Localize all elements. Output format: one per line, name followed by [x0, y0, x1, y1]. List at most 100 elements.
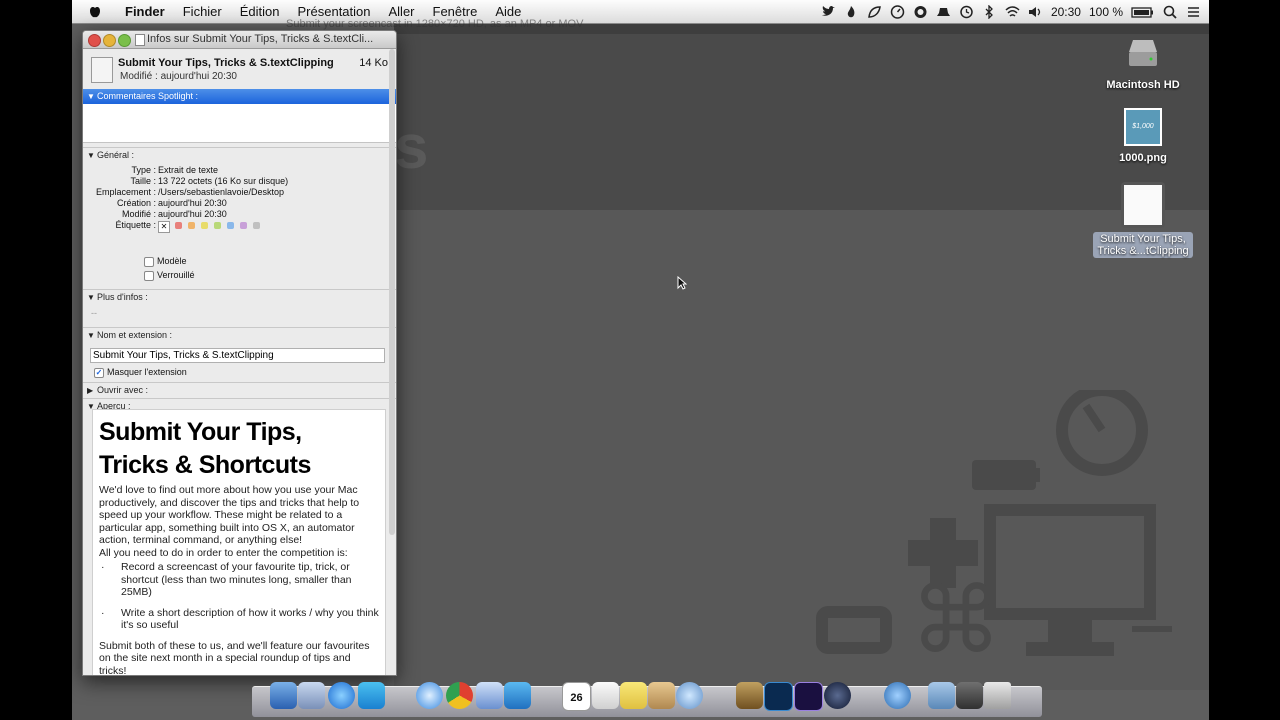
photoshop-dock-icon[interactable] — [764, 682, 793, 711]
gauge-menu-icon[interactable] — [890, 5, 905, 19]
hard-drive-icon — [1129, 40, 1157, 66]
launchpad-dock-icon[interactable] — [298, 682, 325, 709]
label-swatches: ✕ — [158, 221, 266, 233]
downloads-stack-dock-icon[interactable] — [956, 682, 983, 709]
apple-menu-icon[interactable] — [86, 5, 104, 19]
section-label: Ouvrir avec : — [97, 385, 149, 395]
template-checkbox[interactable] — [144, 257, 154, 267]
hide-extension-checkbox[interactable]: ✓ — [94, 368, 104, 378]
leaf-icon[interactable] — [867, 5, 882, 19]
close-button[interactable] — [88, 34, 101, 47]
twitter-icon[interactable] — [821, 5, 836, 19]
modified-value: aujourd'hui 20:30 — [158, 209, 227, 219]
safari-dock-icon[interactable] — [416, 682, 443, 709]
preview-list-item: Record a screencast of your favourite ti… — [101, 561, 379, 599]
label-swatch-blue[interactable] — [227, 222, 234, 230]
disclosure-open-icon: ▼ — [87, 151, 95, 160]
sublime-dock-icon[interactable] — [736, 682, 763, 709]
finder-dock-icon[interactable] — [270, 682, 297, 709]
notification-list-icon[interactable] — [1186, 5, 1201, 19]
desktop-icon-label: Submit Your Tips, Tricks &...tClipping — [1093, 232, 1193, 258]
contacts-dock-icon[interactable] — [648, 682, 675, 709]
section-more-info[interactable]: ▼ Plus d'infos : — [83, 289, 396, 305]
bluetooth-icon[interactable] — [982, 5, 997, 19]
monitor-icon — [984, 504, 1156, 620]
mouse-cursor-icon — [677, 276, 687, 290]
get-info-window: Infos sur Submit Your Tips, Tricks & S.t… — [82, 30, 397, 676]
preview-paragraph-2: All you need to do in order to enter the… — [99, 546, 348, 559]
menu-edition[interactable]: Édition — [231, 0, 289, 24]
cinema4d-dock-icon[interactable] — [824, 682, 851, 709]
decorative-mac-graphics: ⌘ — [816, 390, 1172, 670]
battery-percent[interactable]: 100 % — [1089, 5, 1123, 19]
notes-dock-icon[interactable] — [620, 682, 647, 709]
spotlight-comments-field[interactable] — [83, 104, 396, 143]
applications-folder-dock-icon[interactable] — [928, 682, 955, 709]
zoom-button[interactable] — [118, 34, 131, 47]
modified-line: Modifié : aujourd'hui 20:30 — [120, 71, 237, 82]
volume-icon[interactable] — [1028, 5, 1043, 19]
time-machine-icon[interactable] — [959, 5, 974, 19]
disclosure-open-icon: ▼ — [87, 331, 95, 340]
menu-bar: Finder Fichier Édition Présentation Alle… — [72, 0, 1209, 24]
label-swatch-green[interactable] — [214, 222, 221, 230]
label-swatch-red[interactable] — [175, 222, 182, 230]
menubar-clock[interactable]: 20:30 — [1051, 5, 1081, 19]
minimize-button[interactable] — [103, 34, 116, 47]
size-key: Taille : — [130, 176, 156, 186]
file-size: 14 Ko — [359, 57, 388, 69]
wifi-icon[interactable] — [1005, 5, 1020, 19]
battery-icon — [972, 460, 1036, 490]
desktop-icon-macintosh-hd[interactable]: Macintosh HD — [1088, 34, 1198, 91]
section-label: Général : — [97, 150, 135, 160]
ring-icon[interactable] — [913, 5, 928, 19]
label-swatch-gray[interactable] — [253, 222, 260, 230]
flame-icon[interactable] — [844, 5, 859, 19]
section-name-extension[interactable]: ▼ Nom et extension : — [83, 327, 396, 343]
label-line-1: Submit Your Tips, — [1100, 233, 1186, 245]
desktop-icon-text-clipping[interactable]: Submit Your Tips, Tricks &...tClipping — [1088, 182, 1198, 259]
twitter-dock-icon[interactable] — [504, 682, 531, 709]
hat-icon[interactable] — [936, 5, 951, 19]
desktop-icon-label: Macintosh HD — [1106, 79, 1180, 91]
tweetbot-dock-icon[interactable] — [358, 682, 385, 709]
text-clipping-icon — [91, 57, 113, 83]
file-name-input[interactable] — [90, 348, 385, 363]
no-label-swatch[interactable]: ✕ — [158, 221, 170, 233]
section-spotlight-comments[interactable]: ▼ Commentaires Spotlight : — [83, 89, 396, 104]
trash-dock-icon[interactable] — [984, 682, 1011, 709]
section-general[interactable]: ▼ Général : — [83, 147, 396, 163]
section-label: Nom et extension : — [97, 330, 173, 340]
background-window-title: Submit your screencast in 1280×720 HD, a… — [286, 18, 584, 30]
location-value: /Users/sebastienlavoie/Desktop — [158, 187, 285, 197]
battery-icon[interactable] — [1131, 5, 1155, 19]
label-swatch-purple[interactable] — [240, 222, 247, 230]
label-swatch-orange[interactable] — [188, 222, 195, 230]
menu-fichier[interactable]: Fichier — [174, 0, 231, 24]
section-open-with[interactable]: ▶ Ouvrir avec : — [83, 382, 396, 398]
after-effects-dock-icon[interactable] — [794, 682, 823, 711]
background-browser-page: s — [394, 24, 1209, 210]
label-swatch-yellow[interactable] — [201, 222, 208, 230]
desktop-icon-1000-png[interactable]: $1,000 1000.png — [1088, 108, 1198, 164]
chrome-dock-icon[interactable] — [446, 682, 473, 709]
calendar-dock-icon[interactable]: 26 — [562, 682, 591, 711]
quicktime-dock-icon[interactable] — [884, 682, 911, 709]
menu-finder[interactable]: Finder — [116, 0, 174, 24]
locked-checkbox[interactable] — [144, 271, 154, 281]
disclosure-open-icon: ▼ — [87, 92, 95, 101]
preview-heading: Submit Your Tips, Tricks & Shortcuts — [99, 416, 385, 482]
reminders-dock-icon[interactable] — [592, 682, 619, 709]
itunes-dock-icon[interactable] — [328, 682, 355, 709]
clipping-file-icon — [1121, 182, 1165, 228]
window-titlebar[interactable]: Infos sur Submit Your Tips, Tricks & S.t… — [83, 31, 396, 49]
thumbnail-text: $1,000 — [1126, 110, 1160, 144]
hide-extension-label: Masquer l'extension — [107, 367, 187, 377]
spotlight-search-icon[interactable] — [1163, 5, 1178, 19]
disclosure-open-icon: ▼ — [87, 293, 95, 302]
window-scrollbar[interactable] — [389, 49, 395, 535]
modified-key: Modifié : — [121, 209, 156, 219]
created-key: Création : — [116, 198, 156, 208]
clock-dock-icon[interactable] — [676, 682, 703, 709]
xcode-dock-icon[interactable] — [476, 682, 503, 709]
